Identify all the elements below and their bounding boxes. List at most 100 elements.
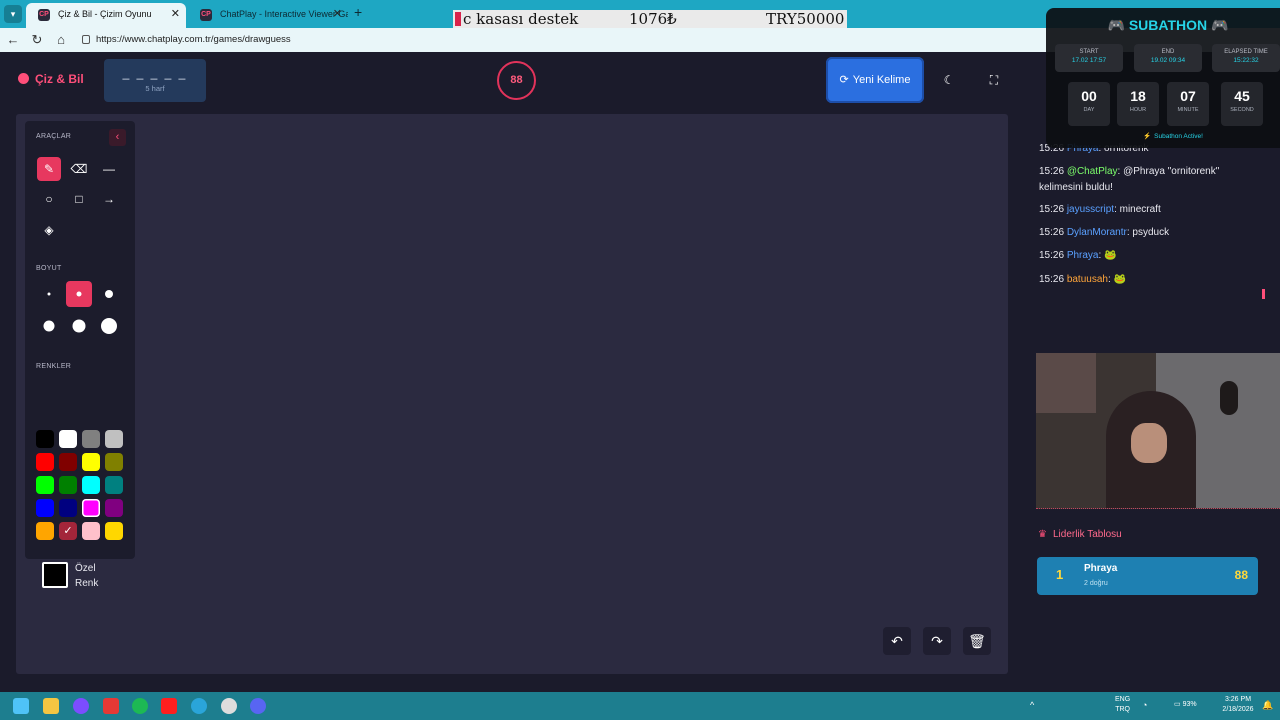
eraser-icon[interactable]: ⌫	[67, 157, 91, 181]
discord-icon[interactable]	[250, 698, 266, 714]
battery-value: 93%	[1182, 701, 1197, 708]
color-swatch[interactable]	[82, 499, 100, 517]
clock-date: 2/18/2026	[1222, 706, 1254, 713]
ticker-text: c kasası destek	[463, 10, 579, 28]
youtube-icon[interactable]	[161, 698, 177, 714]
dark-mode-icon[interactable]: ☾	[939, 70, 959, 90]
leader-name: Phraya	[1084, 563, 1118, 574]
color-swatch[interactable]: ✓	[59, 522, 77, 540]
brand[interactable]: Çiz & Bil	[18, 72, 84, 86]
pencil-icon[interactable]: ✎	[37, 157, 61, 181]
collapse-panel-button[interactable]: ‹	[109, 129, 126, 146]
fullscreen-icon[interactable]: ⛶	[984, 70, 1004, 90]
back-icon[interactable]: ←	[5, 32, 21, 48]
refresh-icon: ⟳	[839, 74, 849, 86]
color-swatch[interactable]	[59, 430, 77, 448]
app-icon[interactable]	[73, 698, 89, 714]
subathon-widget: 🎮 SUBATHON 🎮 START 17.02 17:57 END 19.02 0…	[1046, 8, 1280, 148]
color-swatch[interactable]	[59, 476, 77, 494]
tab-chatplay[interactable]: CP ChatPlay - Interactive Viewer Gam ✕	[188, 3, 348, 28]
countdown-hour: 18 HOUR	[1117, 82, 1159, 126]
chat-username[interactable]: @ChatPlay	[1067, 166, 1118, 177]
color-swatch[interactable]	[36, 499, 54, 517]
chat-username[interactable]: batuusah	[1067, 274, 1108, 285]
fill-icon[interactable]: ◈	[37, 218, 61, 242]
edge-icon[interactable]	[191, 698, 207, 714]
size-s[interactable]	[66, 281, 92, 307]
size-xxl[interactable]	[96, 313, 122, 339]
custom-color-swatch[interactable]	[42, 562, 68, 588]
wifi-icon[interactable]: ◔	[1142, 700, 1147, 710]
chat-username[interactable]: DylanMorantr	[1067, 227, 1127, 238]
start-value: 17.02 17:57	[1071, 57, 1107, 64]
size-xs[interactable]	[36, 281, 62, 307]
arrow-icon[interactable]: →	[97, 187, 121, 211]
chat-time: 15:26	[1039, 250, 1067, 261]
color-swatch[interactable]	[36, 522, 54, 540]
url-field[interactable]: https://www.chatplay.com.tr/games/drawgu…	[78, 31, 1038, 49]
undo-icon[interactable]: ↶	[883, 627, 911, 655]
color-swatch[interactable]	[59, 453, 77, 471]
subathon-status-label: Subathon Active!	[1154, 133, 1203, 140]
tray-chevron-icon[interactable]: ^	[1030, 700, 1034, 710]
color-swatch[interactable]	[105, 499, 123, 517]
color-swatch[interactable]	[105, 476, 123, 494]
color-swatch[interactable]	[36, 430, 54, 448]
chrome-icon[interactable]	[221, 698, 237, 714]
subathon-status: ⚡ Subathon Active!	[1046, 132, 1280, 140]
tab-ciz-bil[interactable]: CP Çiz & Bil - Çizim Oyunu ✕	[26, 3, 186, 28]
color-swatch[interactable]	[36, 476, 54, 494]
chat-username[interactable]: jayusscript	[1067, 204, 1114, 215]
color-swatch[interactable]	[105, 430, 123, 448]
countdown-unit: SECOND	[1230, 107, 1254, 113]
chat-message: 15:26 @ChatPlay: @Phraya "ornitorenk" ke…	[1039, 164, 1239, 196]
color-swatch[interactable]	[105, 453, 123, 471]
color-swatch[interactable]	[82, 430, 100, 448]
chatplay-favicon-icon: CP	[200, 9, 212, 21]
tab-menu-button[interactable]: ▾	[4, 5, 22, 23]
file-explorer-icon[interactable]	[43, 698, 59, 714]
size-m[interactable]	[96, 281, 122, 307]
size-l[interactable]	[36, 313, 62, 339]
size-title: BOYUT	[36, 265, 62, 272]
color-swatch[interactable]	[36, 453, 54, 471]
battery-indicator[interactable]: ▭ 93%	[1174, 700, 1197, 710]
close-tab-icon[interactable]: ✕	[171, 3, 180, 25]
windows-start-icon[interactable]	[13, 698, 29, 714]
leaderboard-title-label: Liderlik Tablosu	[1052, 529, 1122, 540]
elapsed-label: ELAPSED TIME	[1224, 49, 1268, 55]
trash-icon[interactable]: 🗑	[963, 627, 991, 655]
word-hint: 5 harf	[145, 84, 165, 93]
language-indicator[interactable]: ENG TRQ	[1115, 695, 1130, 715]
clock[interactable]: 3:26 PM 2/18/2026	[1216, 695, 1260, 715]
custom-color-label: Özel Renk	[75, 563, 99, 589]
size-xl[interactable]	[66, 313, 92, 339]
circle-icon[interactable]: ○	[37, 187, 61, 211]
rectangle-icon[interactable]: □	[67, 187, 91, 211]
close-tab-icon[interactable]: ✕	[333, 3, 342, 25]
reload-icon[interactable]: ↻	[29, 32, 45, 48]
home-icon[interactable]: ⌂	[53, 32, 69, 48]
redo-icon[interactable]: ↷	[923, 627, 951, 655]
chat-scrollbar[interactable]	[1262, 289, 1265, 299]
app-icon[interactable]	[103, 698, 119, 714]
notification-icon[interactable]: 🔔	[1262, 700, 1273, 710]
color-swatch[interactable]	[82, 522, 100, 540]
spotify-icon[interactable]	[132, 698, 148, 714]
new-word-button[interactable]: ⟳ Yeni Kelime	[826, 57, 924, 103]
subathon-start: START 17.02 17:57	[1055, 44, 1123, 72]
crown-icon: ♛	[1038, 529, 1047, 540]
drawing-canvas[interactable]	[16, 114, 1008, 674]
chat-username[interactable]: Phraya	[1067, 250, 1099, 261]
ticker-amount: 1076₺	[629, 10, 677, 28]
color-swatch[interactable]	[105, 522, 123, 540]
tools-title: ARAÇLAR	[36, 133, 72, 140]
color-swatch[interactable]	[59, 499, 77, 517]
new-tab-button[interactable]: +	[354, 4, 362, 20]
tool-panel: ARAÇLAR ‹ ✎ ⌫ — ○ □ → ◈ BOYUT RENKLER Öz…	[25, 121, 135, 589]
word-box: _ _ _ _ _ 5 harf	[104, 59, 206, 102]
color-swatch[interactable]	[82, 476, 100, 494]
clock-time: 3:26 PM	[1224, 696, 1252, 703]
line-icon[interactable]: —	[97, 157, 121, 181]
color-swatch[interactable]	[82, 453, 100, 471]
